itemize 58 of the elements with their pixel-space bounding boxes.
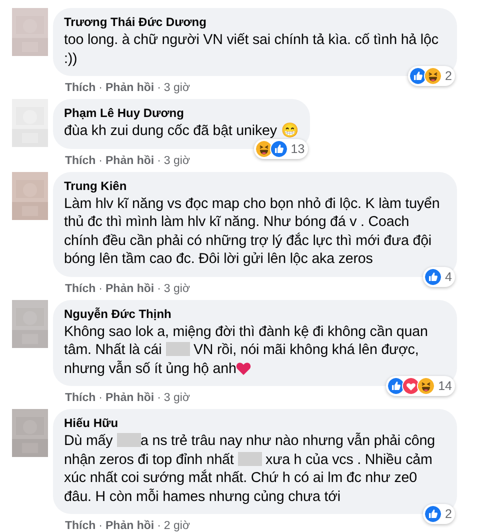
author-name[interactable]: Nguyễn Đức Thịnh (64, 306, 446, 322)
comment-time: 3 giờ (164, 154, 190, 168)
reaction-badge[interactable]: 13 (254, 138, 308, 158)
like-icon (387, 377, 406, 395)
reaction-count: 4 (444, 270, 452, 284)
like-icon (270, 140, 288, 158)
like-link[interactable]: Thích (65, 519, 96, 532)
reaction-badge[interactable]: 2 (408, 66, 455, 86)
reaction-badge[interactable]: 4 (423, 266, 455, 286)
reaction-count: 13 (290, 142, 305, 156)
reaction-badge[interactable]: 2 (423, 504, 455, 524)
separator-dot: · (98, 154, 103, 168)
author-name[interactable]: Hiếu Hữu (64, 416, 446, 431)
separator-dot: · (157, 81, 161, 95)
reaction-count: 2 (444, 69, 452, 83)
reply-link[interactable]: Phản hồi (106, 154, 154, 168)
comment-time: 3 giờ (164, 81, 190, 95)
separator-dot: · (98, 282, 103, 296)
like-icon (409, 67, 428, 85)
heart-icon (402, 377, 420, 395)
like-link[interactable]: Thích (65, 154, 96, 168)
author-name[interactable]: Trung Kiên (64, 178, 446, 194)
like-icon (424, 505, 442, 523)
reply-link[interactable]: Phản hồi (106, 282, 154, 296)
laughing-face-icon (417, 377, 436, 395)
reaction-count: 2 (444, 507, 452, 521)
separator-dot: · (157, 282, 161, 296)
author-name[interactable]: Trương Thái Đức Dương (64, 15, 446, 30)
separator-dot: · (98, 391, 103, 405)
blurred-word (238, 452, 262, 466)
reply-link[interactable]: Phản hồi (106, 519, 154, 532)
separator-dot: · (157, 519, 161, 532)
like-link[interactable]: Thích (65, 282, 96, 296)
reaction-badge[interactable]: 14 (386, 376, 455, 396)
reply-link[interactable]: Phản hồi (106, 391, 154, 405)
comment-text: đùa kh zui dung cốc đã bật unikey 😁 (64, 122, 299, 140)
reply-link[interactable]: Phản hồi (106, 81, 154, 95)
laughing-face-icon (254, 140, 273, 158)
author-name[interactable]: Phạm Lê Huy Dương (64, 106, 299, 121)
comment-text: Không sao lok a, miệng đời thì đành kệ đi không cần quan tâm. Nhất là cái VN rồi, nói mãi không khá lên được, nhưng vẫn số ít ủng hộ anh (64, 322, 429, 378)
reaction-count: 14 (437, 379, 452, 393)
separator-dot: · (98, 81, 103, 95)
comment-time: 3 giờ (164, 282, 190, 296)
like-icon (424, 268, 442, 286)
blurred-word (116, 433, 141, 447)
comment-time: 3 giờ (164, 391, 190, 405)
comment-text: Làm hlv kĩ năng vs đọc map cho bọn nhỏ đi lộc. K làm tuyển thủ đc thì mình làm hlv kĩ năng. Như bóng đá v . Coach chính đều cần phải có những trợ lý đắc lực thì mới đưa đội bóng lên tầm cao đc. Đôi lời gửi lên lộc aka zeros (64, 194, 441, 268)
separator-dot: · (98, 519, 103, 532)
laughing-face-icon (424, 67, 442, 85)
comment-time: 2 giờ (164, 519, 190, 532)
separator-dot: · (157, 154, 161, 168)
like-link[interactable]: Thích (65, 81, 96, 95)
comment-text: Dù mấy a ns trẻ trâu nay như nào nhưng vẫn phải công nhận zeros đi top đỉnh nhất xưa h của vcs . Nhiều cảm xúc nhất coi sướng mắt nhất. Chứ h có ai lm đc như ze0 đâu. H còn mỗi hames nhưng củng chưa tới (64, 432, 436, 506)
separator-dot: · (157, 391, 161, 405)
blurred-word (166, 342, 190, 356)
comment-text: too long. à chữ người VN viết sai chính tả kìa. cố tình hả lộc :)) (64, 31, 440, 68)
heart-icon (236, 362, 252, 374)
like-link[interactable]: Thích (65, 391, 96, 405)
